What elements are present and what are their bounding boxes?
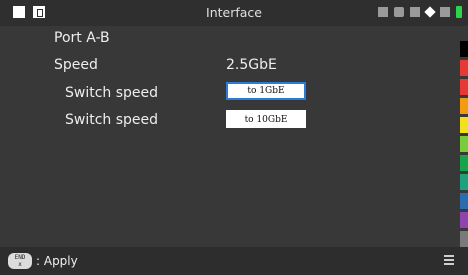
color-swatch[interactable] (460, 212, 468, 228)
menu-icon[interactable] (444, 255, 454, 267)
color-swatch[interactable] (460, 136, 468, 152)
speed-label: Speed (54, 57, 98, 73)
speed-value: 2.5GbE (226, 57, 277, 73)
usb-icon (410, 7, 420, 17)
bottom-bar: END x : Apply (0, 247, 468, 275)
status-icons (378, 6, 462, 18)
color-swatch[interactable] (460, 98, 468, 114)
color-swatch[interactable] (460, 79, 468, 95)
storage-icon (440, 7, 450, 17)
switch-speed-label-1: Switch speed (65, 85, 159, 101)
color-swatch[interactable] (460, 174, 468, 190)
apply-label: : Apply (36, 254, 78, 268)
switch-to-10gbe-button[interactable]: to 10GbE (226, 110, 306, 128)
top-bar: Interface (0, 0, 468, 26)
color-swatch[interactable] (460, 155, 468, 171)
color-swatch[interactable] (460, 41, 468, 57)
printer-icon (378, 7, 388, 17)
color-swatch[interactable] (460, 193, 468, 209)
switch-to-1gbe-button[interactable]: to 1GbE (226, 82, 306, 100)
network-icon (394, 7, 404, 17)
color-swatch[interactable] (460, 231, 468, 247)
end-key-icon[interactable]: END x (8, 253, 32, 269)
port-label: Port A-B (54, 30, 110, 46)
switch-speed-label-2: Switch speed (65, 112, 159, 128)
color-palette (460, 41, 468, 269)
tool-icon (424, 6, 436, 18)
color-swatch[interactable] (460, 117, 468, 133)
color-swatch[interactable] (460, 60, 468, 76)
end-key-top: END (14, 254, 26, 261)
end-key-bottom: x (18, 261, 22, 268)
battery-icon (456, 6, 462, 18)
